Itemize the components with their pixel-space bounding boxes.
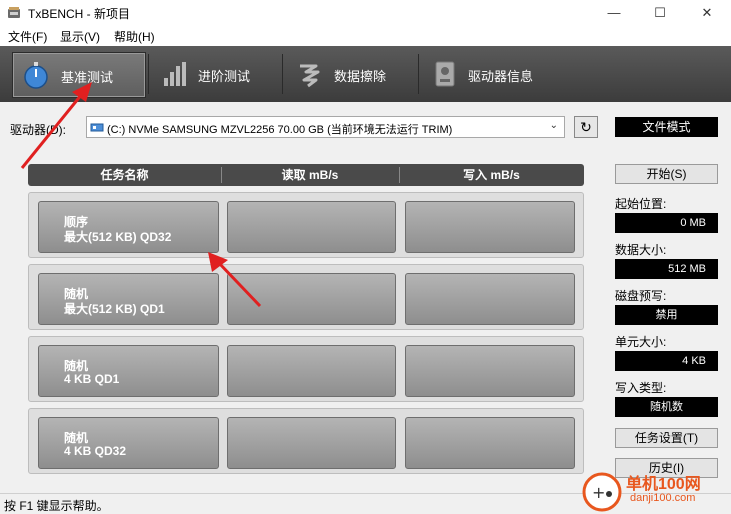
annotation-arrow-icon (20, 82, 92, 169)
annotation-arrows (20, 82, 262, 308)
watermark-text: 单机100网 (626, 476, 701, 493)
watermark-url: danji100.com (630, 492, 696, 504)
watermark-logo-icon: + (582, 472, 622, 512)
annotation-arrow-icon (208, 252, 262, 308)
svg-text:+: + (592, 483, 605, 502)
watermark: + 单机100网 danji100.com (580, 470, 731, 513)
